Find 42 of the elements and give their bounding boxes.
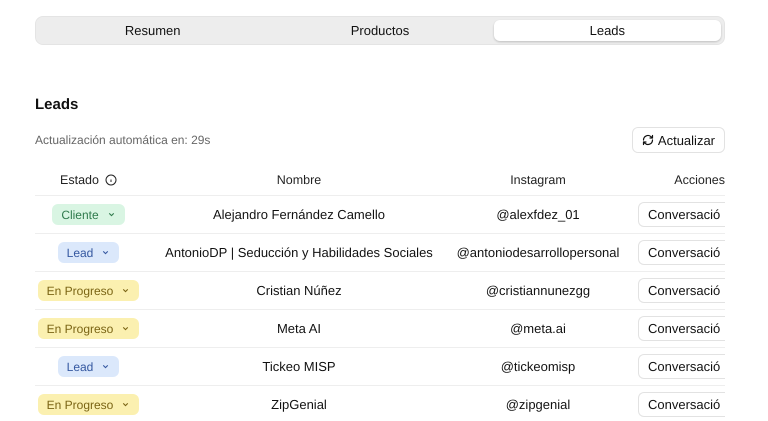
- name-cell: Alejandro Fernández Camello: [213, 207, 385, 222]
- chevron-down-icon: [121, 400, 130, 409]
- chevron-down-icon: [101, 248, 110, 257]
- tab[interactable]: Resumen: [39, 20, 266, 41]
- name-cell: Meta AI: [276, 321, 322, 336]
- chevron-down-icon: [121, 324, 130, 333]
- column-header: Instagram: [510, 173, 566, 187]
- chevron-down-icon: [106, 210, 116, 219]
- status-dropdown[interactable]: Cliente: [52, 204, 125, 225]
- instagram-cell: @cristiannunezgg: [486, 283, 590, 298]
- column-header: Nombre: [276, 173, 322, 187]
- tab[interactable]: Leads: [494, 20, 721, 41]
- section-title: Leads: [35, 96, 78, 115]
- instagram-cell: @antoniodesarrollopersonal: [456, 245, 620, 260]
- conversation-button[interactable]: Conversació: [638, 240, 725, 265]
- name-cell: Cristian Núñez: [256, 283, 342, 298]
- status-dropdown[interactable]: Lead: [58, 356, 120, 377]
- instagram-cell: @alexfdez_01: [496, 207, 580, 222]
- tab[interactable]: Productos: [266, 20, 494, 41]
- chevron-down-icon: [121, 286, 130, 295]
- refresh-icon: [642, 134, 654, 146]
- info-icon: [104, 174, 117, 186]
- conversation-button[interactable]: Conversació: [638, 316, 725, 341]
- instagram-cell: @meta.ai: [510, 321, 566, 336]
- status-dropdown[interactable]: Lead: [58, 242, 120, 263]
- status-dropdown[interactable]: En Progreso: [38, 394, 140, 415]
- name-cell: Tickeo MISP: [262, 359, 336, 374]
- chevron-down-icon: [101, 362, 110, 371]
- name-cell: ZipGenial: [271, 397, 327, 412]
- instagram-cell: @tickeomisp: [500, 359, 576, 374]
- conversation-button[interactable]: Conversació: [638, 354, 725, 379]
- column-header: Estado: [60, 173, 99, 187]
- name-cell: AntonioDP | Seducción y Habilidades Sociales: [165, 245, 433, 260]
- status-dropdown[interactable]: En Progreso: [38, 280, 140, 301]
- column-header: Acciones: [674, 173, 725, 187]
- auto-refresh-text: Actualización automática en: 29s: [35, 133, 210, 147]
- conversation-button[interactable]: Conversació: [638, 278, 725, 303]
- conversation-button[interactable]: Conversació: [638, 202, 725, 227]
- status-dropdown[interactable]: En Progreso: [38, 318, 140, 339]
- refresh-button[interactable]: Actualizar: [632, 127, 725, 153]
- conversation-button[interactable]: Conversació: [638, 392, 725, 417]
- instagram-cell: @zipgenial: [506, 397, 570, 412]
